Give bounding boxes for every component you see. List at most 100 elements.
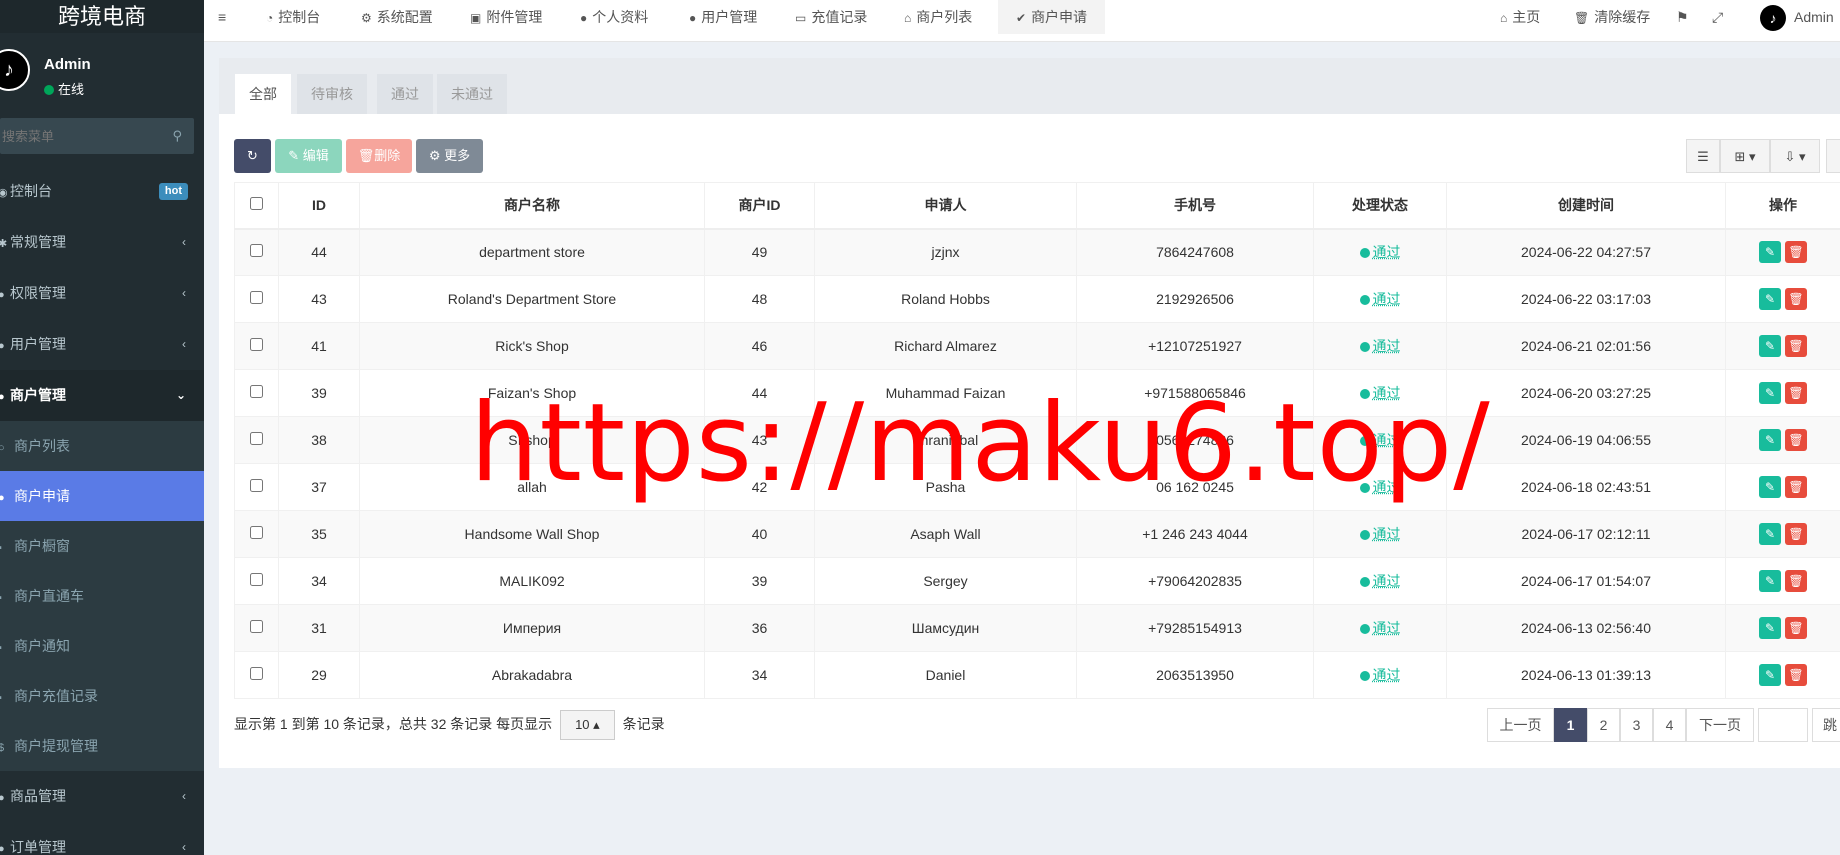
tab-merchant-list[interactable]: ⌂ 商户列表 bbox=[904, 0, 972, 34]
row-checkbox[interactable] bbox=[250, 338, 263, 351]
cell-name: Roland's Department Store bbox=[359, 275, 705, 323]
tab-pending[interactable]: 待审核 bbox=[297, 74, 367, 114]
row-delete-button[interactable]: 🗑 bbox=[1785, 570, 1807, 592]
tab-recharge[interactable]: ▭ 充值记录 bbox=[795, 0, 867, 34]
row-edit-button[interactable]: ✎ bbox=[1759, 617, 1781, 639]
row-delete-button[interactable]: 🗑 bbox=[1785, 335, 1807, 357]
tab-approved[interactable]: 通过 bbox=[377, 74, 433, 114]
row-edit-button[interactable]: ✎ bbox=[1759, 570, 1781, 592]
search-toggle-icon[interactable] bbox=[1826, 139, 1840, 173]
row-checkbox[interactable] bbox=[250, 479, 263, 492]
fullscreen-icon[interactable]: ⤢ bbox=[1712, 0, 1723, 34]
status-badge[interactable]: 通过 bbox=[1359, 244, 1401, 260]
row-delete-button[interactable]: 🗑 bbox=[1785, 617, 1807, 639]
cell-actions: ✎ 🗑 bbox=[1725, 275, 1840, 323]
row-edit-button[interactable]: ✎ bbox=[1759, 335, 1781, 357]
brand-logo[interactable]: 跨境电商 bbox=[0, 0, 204, 33]
chevron-left-icon: ‹ bbox=[182, 789, 186, 803]
jump-button[interactable]: 跳 bbox=[1812, 708, 1840, 742]
prev-page-button[interactable]: 上一页 bbox=[1487, 708, 1554, 742]
select-all-checkbox[interactable] bbox=[250, 197, 263, 211]
row-select-cell bbox=[234, 604, 279, 652]
page-3-button[interactable]: 3 bbox=[1620, 708, 1653, 742]
home-link[interactable]: ⌂ 主页 bbox=[1500, 0, 1540, 34]
tab-dashboard[interactable]: ◔ 控制台 bbox=[266, 0, 320, 34]
tab-all[interactable]: 全部 bbox=[235, 74, 291, 114]
tab-profile[interactable]: ● 个人资料 bbox=[580, 0, 648, 34]
row-checkbox[interactable] bbox=[250, 526, 263, 539]
export-icon[interactable]: ⇩ ▾ bbox=[1770, 139, 1820, 173]
page-2-button[interactable]: 2 bbox=[1587, 708, 1620, 742]
sidebar-item-orders[interactable]: ● 订单管理 ‹ bbox=[0, 822, 204, 855]
pencil-icon: ✎ bbox=[1764, 433, 1776, 447]
col-header-id[interactable]: ID bbox=[278, 182, 360, 230]
row-checkbox[interactable] bbox=[250, 244, 263, 258]
columns-icon[interactable]: ⊞ ▾ bbox=[1720, 139, 1770, 173]
toggle-view-icon[interactable]: ☰ bbox=[1686, 139, 1720, 173]
tab-merchant-apply[interactable]: ✔ 商户申请 bbox=[998, 0, 1106, 34]
status-badge[interactable]: 通过 bbox=[1359, 291, 1401, 307]
page-1-button[interactable]: 1 bbox=[1554, 708, 1587, 742]
row-edit-button[interactable]: ✎ bbox=[1759, 241, 1781, 264]
tab-rejected[interactable]: 未通过 bbox=[437, 74, 507, 114]
row-checkbox[interactable] bbox=[250, 291, 263, 304]
tab-system-config[interactable]: ⚙ 系统配置 bbox=[361, 0, 433, 34]
row-delete-button[interactable]: 🗑 bbox=[1785, 288, 1807, 310]
row-edit-button[interactable]: ✎ bbox=[1759, 523, 1781, 545]
row-delete-button[interactable]: 🗑 bbox=[1785, 429, 1807, 451]
sidebar-item-products[interactable]: ● 商品管理 ‹ bbox=[0, 771, 204, 822]
sidebar-item-general[interactable]: ✱ 常规管理 ‹ bbox=[0, 217, 204, 268]
page-4-button[interactable]: 4 bbox=[1653, 708, 1686, 742]
sidebar-subitem-merchant-notice[interactable]: ▪商户通知 bbox=[0, 621, 204, 671]
clear-cache-button[interactable]: 🗑 清除缓存 bbox=[1574, 0, 1650, 34]
row-delete-button[interactable]: 🗑 bbox=[1785, 382, 1807, 404]
menu-search-input[interactable] bbox=[0, 118, 160, 154]
sidebar-subitem-merchant-recharge[interactable]: ▪商户充值记录 bbox=[0, 671, 204, 721]
sidebar-item-merchants[interactable]: ● 商户管理 ⌄ bbox=[0, 370, 204, 421]
row-edit-button[interactable]: ✎ bbox=[1759, 288, 1781, 310]
row-checkbox[interactable] bbox=[250, 385, 263, 398]
refresh-button[interactable]: ↻ bbox=[234, 139, 271, 173]
sidebar-item-dashboard[interactable]: ◉ 控制台 hot bbox=[0, 166, 204, 217]
row-edit-button[interactable]: ✎ bbox=[1759, 382, 1781, 404]
language-icon[interactable]: ⚑ bbox=[1676, 0, 1689, 34]
sidebar-subitem-merchant-list[interactable]: ○ 商户列表 bbox=[0, 421, 204, 471]
jump-page-input[interactable] bbox=[1758, 708, 1808, 742]
status-badge[interactable]: 通过 bbox=[1359, 526, 1401, 542]
sidebar-subitem-merchant-withdraw[interactable]: $ 商户提现管理 bbox=[0, 721, 204, 771]
user-menu[interactable]: ♪ Admin bbox=[1760, 0, 1834, 34]
row-delete-button[interactable]: 🗑 bbox=[1785, 241, 1807, 264]
next-page-button[interactable]: 下一页 bbox=[1686, 708, 1754, 742]
sidebar-subitem-merchant-express[interactable]: ▪商户直通车 bbox=[0, 571, 204, 621]
status-badge[interactable]: 通过 bbox=[1359, 338, 1401, 354]
more-button[interactable]: ⚙ 更多 bbox=[416, 139, 483, 173]
edit-button[interactable]: ✎ 编辑 bbox=[275, 139, 342, 173]
sidebar-subitem-merchant-showcase[interactable]: ▪商户橱窗 bbox=[0, 521, 204, 571]
search-icon[interactable]: ⚲ bbox=[172, 128, 182, 144]
sidebar-subitem-merchant-apply[interactable]: ● 商户申请 bbox=[0, 471, 204, 521]
row-checkbox[interactable] bbox=[250, 432, 263, 445]
row-checkbox[interactable] bbox=[250, 667, 263, 680]
tab-users[interactable]: ● 用户管理 bbox=[689, 0, 757, 34]
row-edit-button[interactable]: ✎ bbox=[1759, 429, 1781, 451]
tab-attachments[interactable]: ▣ 附件管理 bbox=[470, 0, 542, 34]
row-checkbox[interactable] bbox=[250, 573, 263, 586]
row-delete-button[interactable]: 🗑 bbox=[1785, 664, 1807, 686]
row-edit-button[interactable]: ✎ bbox=[1759, 664, 1781, 686]
status-badge[interactable]: 通过 bbox=[1359, 667, 1401, 683]
table-row: 41 Rick's Shop 46 Richard Almarez +121072519… bbox=[234, 322, 1840, 370]
pencil-icon: ✎ bbox=[1764, 386, 1776, 400]
sidebar-item-users[interactable]: ● 用户管理 ‹ bbox=[0, 319, 204, 370]
status-badge[interactable]: 通过 bbox=[1359, 620, 1401, 636]
row-checkbox[interactable] bbox=[250, 620, 263, 633]
money-icon: ▪ bbox=[0, 673, 14, 723]
menu-toggle-icon[interactable]: ≡ bbox=[218, 0, 226, 34]
row-delete-button[interactable]: 🗑 bbox=[1785, 476, 1807, 498]
row-edit-button[interactable]: ✎ bbox=[1759, 476, 1781, 498]
page-size-select[interactable]: 10 ▴ bbox=[560, 710, 615, 741]
cell-mid: 39 bbox=[704, 557, 815, 605]
sidebar-item-auth[interactable]: ● 权限管理 ‹ bbox=[0, 268, 204, 319]
status-badge[interactable]: 通过 bbox=[1359, 573, 1401, 589]
row-delete-button[interactable]: 🗑 bbox=[1785, 523, 1807, 545]
delete-button[interactable]: 🗑删除 bbox=[346, 139, 412, 173]
